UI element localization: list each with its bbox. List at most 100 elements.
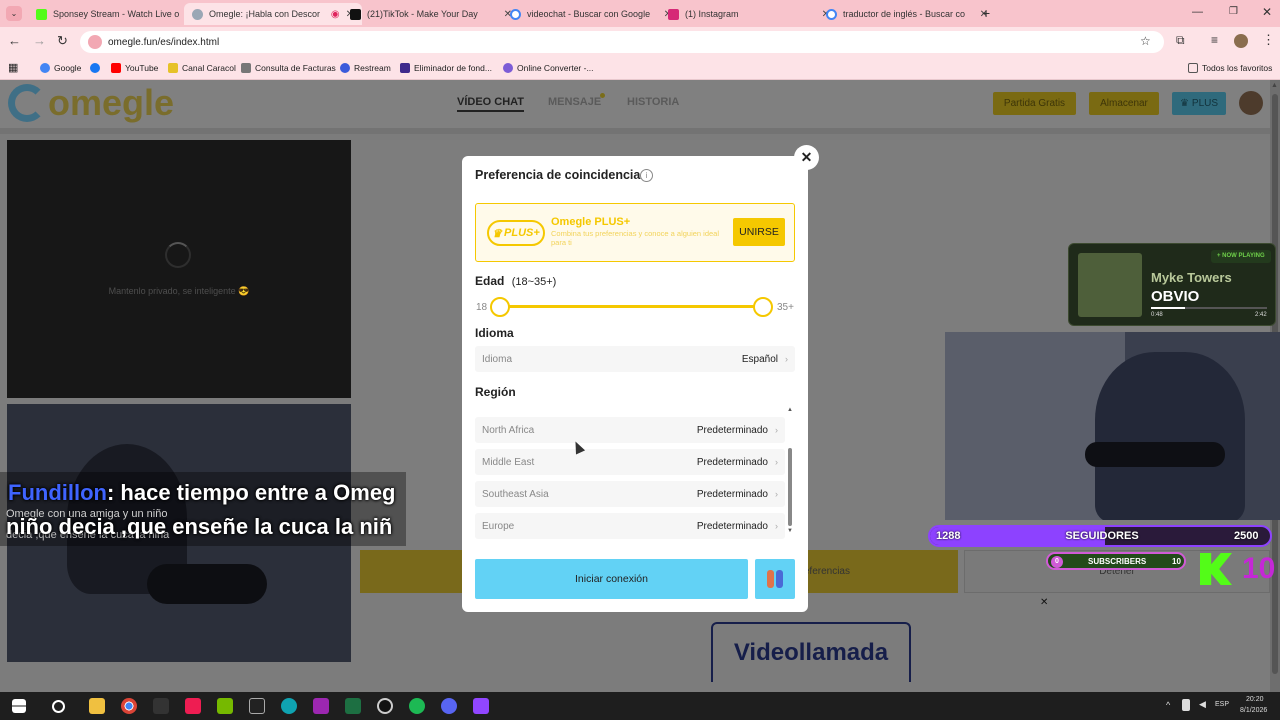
bookmark-facturas[interactable]: Consulta de Facturas: [241, 61, 336, 75]
tab-strip: ⌄ Sponsey Stream - Watch Live o✕ Omegle:…: [0, 0, 1280, 27]
site-info-icon[interactable]: [88, 35, 102, 49]
browser-menu-icon[interactable]: ⋮: [1262, 32, 1275, 48]
bookmark-youtube[interactable]: YouTube: [111, 61, 158, 75]
chevron-right-icon: ›: [785, 354, 788, 364]
twitch-icon[interactable]: [473, 698, 489, 714]
bookmark-eliminador[interactable]: Eliminador de fond...: [400, 61, 492, 75]
site-logo[interactable]: omegle: [48, 82, 174, 124]
age-slider-track[interactable]: [500, 305, 763, 308]
tab-sponsey[interactable]: Sponsey Stream - Watch Live o✕: [28, 3, 206, 25]
extensions-icon[interactable]: ⧉: [1176, 33, 1185, 48]
scroll-up-icon[interactable]: ▲: [1271, 82, 1278, 89]
bookmark-star-icon[interactable]: ☆: [1140, 34, 1151, 48]
nav-mensaje[interactable]: MENSAJE: [548, 96, 601, 108]
call-of-duty-icon[interactable]: [153, 698, 169, 714]
tab-instagram[interactable]: (1) Instagram✕: [660, 3, 838, 25]
tiktok-icon[interactable]: [185, 698, 201, 714]
profile-avatar[interactable]: [1234, 34, 1248, 48]
artist-name: Myke Towers: [1151, 270, 1232, 285]
file-explorer-icon[interactable]: [89, 698, 105, 714]
age-slider-max-thumb[interactable]: [753, 297, 773, 317]
region-scroll-down-icon[interactable]: ▼: [787, 528, 793, 534]
excel-icon[interactable]: [345, 698, 361, 714]
age-slider-min-thumb[interactable]: [490, 297, 510, 317]
song-title: OBVIO: [1151, 288, 1200, 305]
close-dialog-button[interactable]: ✕: [794, 145, 819, 170]
clock-time[interactable]: 20:20: [1246, 696, 1264, 703]
plus-promo-card: ♛ PLUS+ Omegle PLUS+ Combina tus preferen…: [475, 203, 795, 262]
edge-icon[interactable]: [281, 698, 297, 714]
tab-omegle[interactable]: Omegle: ¡Habla con Descor◉✕: [184, 3, 362, 25]
all-bookmarks-folder[interactable]: Todos los favoritos: [1188, 61, 1272, 75]
tab-google-translate[interactable]: traductor de inglés - Buscar co ✕: [818, 3, 996, 25]
close-window-button[interactable]: ✕: [1262, 5, 1272, 19]
nav-historia[interactable]: HISTORIA: [627, 96, 679, 108]
restore-window-button[interactable]: ❐: [1229, 6, 1238, 17]
tab-tiktok[interactable]: (21)TikTok - Make Your Day ✕: [342, 3, 520, 25]
videocall-banner[interactable]: Videollamada: [711, 622, 911, 682]
store-button[interactable]: Almacenar: [1089, 92, 1159, 115]
apps-grid-icon[interactable]: ▦: [8, 61, 18, 74]
plus-title: Omegle PLUS+: [551, 216, 631, 228]
notification-dot: [600, 93, 605, 98]
language-select[interactable]: Idioma Español ›: [475, 346, 795, 372]
bookmark-caracol[interactable]: Canal Caracol: [168, 61, 236, 75]
chrome-icon[interactable]: [121, 698, 137, 714]
forward-icon[interactable]: →: [33, 33, 46, 48]
region-scrollbar-thumb[interactable]: [788, 448, 792, 526]
tab-google-videochat[interactable]: videochat - Buscar con Google✕: [502, 3, 680, 25]
region-scroll-up-icon[interactable]: ▲: [787, 407, 793, 413]
obs-icon[interactable]: [377, 698, 393, 714]
site-header: omegle VÍDEO CHAT MENSAJE HISTORIA Parti…: [0, 80, 1270, 128]
wifi-icon[interactable]: [1182, 699, 1190, 711]
recording-icon: ◉: [330, 8, 340, 20]
info-icon[interactable]: i: [640, 169, 653, 182]
tray-chevron-icon[interactable]: ^: [1166, 700, 1170, 710]
search-icon[interactable]: [52, 699, 65, 713]
clock-date[interactable]: 8/1/2026: [1240, 707, 1267, 714]
input-language[interactable]: ESP: [1215, 701, 1229, 708]
join-plus-button[interactable]: UNIRSE: [733, 218, 785, 246]
windows-start-icon[interactable]: [12, 699, 26, 713]
media-controls-icon[interactable]: ≡: [1211, 33, 1218, 47]
user-avatar[interactable]: [1239, 91, 1263, 115]
nvidia-icon[interactable]: [217, 698, 233, 714]
bookmark-restream[interactable]: Restream: [340, 61, 391, 75]
address-bar[interactable]: omegle.fun/es/index.html ☆: [80, 31, 1164, 53]
region-row-north-africa[interactable]: North Africa Predeterminado ›: [475, 417, 785, 443]
new-tab-button[interactable]: +: [982, 5, 990, 21]
bookmark-google[interactable]: Google: [40, 61, 81, 75]
omegle-logo-icon[interactable]: [8, 84, 46, 122]
back-icon[interactable]: ←: [8, 33, 21, 48]
bookmark-facebook[interactable]: [90, 61, 104, 75]
chat-line-2: niño decia ,que enseñe la cuca la niñ: [6, 514, 393, 539]
volume-icon[interactable]: ◀: [1199, 699, 1206, 710]
windows-taskbar: ^ ◀ ESP 20:20 8/1/2026: [0, 692, 1280, 720]
teamfight-icon[interactable]: [249, 698, 265, 714]
tab-search-button[interactable]: ⌄: [6, 6, 22, 21]
couple-mode-button[interactable]: [755, 559, 795, 599]
youtube-icon: [111, 63, 121, 73]
omegle-favicon-icon: [192, 8, 203, 20]
plus-description: Combina tus preferencias y conoce a algu…: [551, 229, 720, 247]
region-row-middle-east[interactable]: Middle East Predeterminado ›: [475, 449, 785, 475]
start-connection-button[interactable]: Iniciar conexión: [475, 559, 748, 599]
plus-button[interactable]: ♛ PLUS: [1172, 92, 1226, 115]
album-cover: [1078, 253, 1142, 317]
region-row-southeast-asia[interactable]: Southeast Asia Predeterminado ›: [475, 481, 785, 507]
language-heading: Idioma: [475, 326, 514, 340]
free-match-button[interactable]: Partida Gratis: [993, 92, 1076, 115]
chevron-right-icon: ›: [775, 425, 778, 435]
spotify-icon[interactable]: [409, 698, 425, 714]
xbox-app-icon[interactable]: [313, 698, 329, 714]
minimize-window-button[interactable]: —: [1192, 6, 1203, 18]
reload-icon[interactable]: ↻: [57, 33, 68, 49]
bookmark-online-converter[interactable]: Online Converter -...: [503, 61, 594, 75]
chat-line-1: Fundillon: hace tiempo entre a Omeg: [8, 480, 396, 505]
overlay-close-icon[interactable]: ✕: [1040, 597, 1048, 608]
discord-icon[interactable]: [441, 698, 457, 714]
region-row-europe[interactable]: Europe Predeterminado ›: [475, 513, 785, 539]
nav-video-chat[interactable]: VÍDEO CHAT: [457, 96, 525, 112]
person-icon: [767, 570, 774, 588]
privacy-note: Mantenlo privado, se inteligente 😎: [108, 286, 250, 296]
